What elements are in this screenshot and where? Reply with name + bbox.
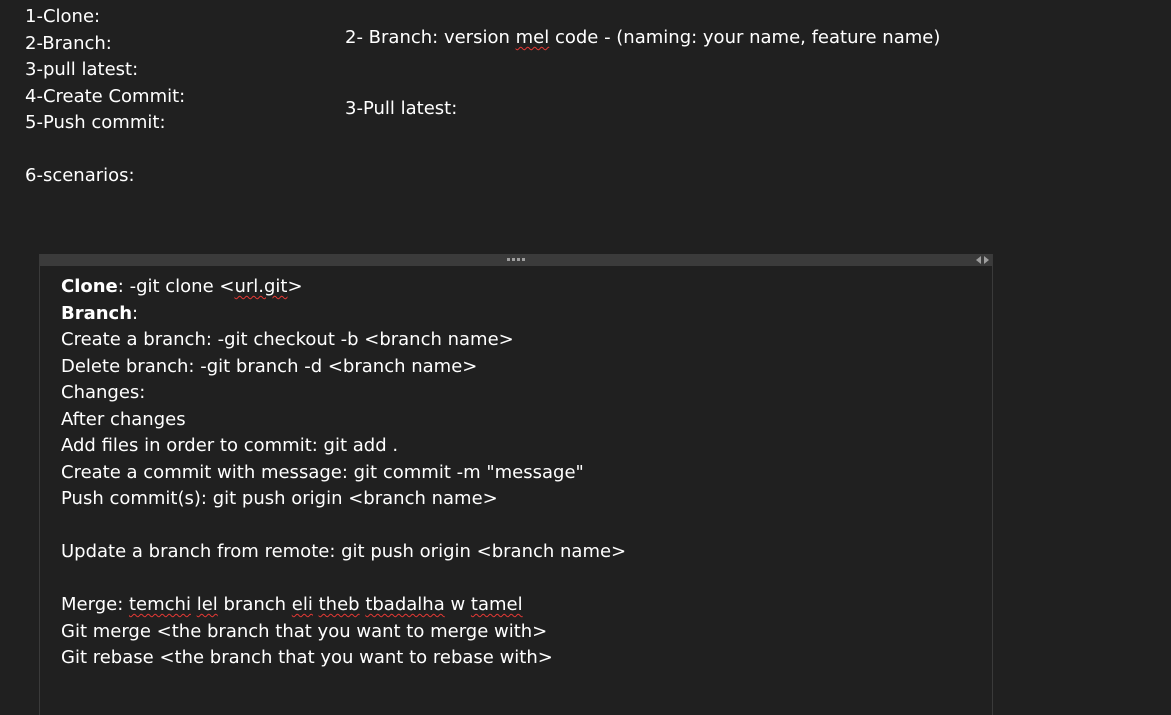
blank-line [61, 566, 626, 593]
step-scenarios: 6-scenarios: [25, 165, 135, 186]
changes-line: Changes: [61, 382, 146, 403]
merge-word: tamel [470, 594, 523, 615]
branch-note: 2- Branch: version mel code - (naming: y… [345, 25, 940, 51]
clone-prefix: : -git clone < [117, 276, 235, 297]
merge-word: temchi [128, 594, 191, 615]
clone-label: Clone [61, 276, 118, 297]
merge-line: Merge: temchi lel branch eli theb tbadal… [61, 592, 626, 619]
clone-suffix: > [287, 276, 303, 297]
git-rebase-line: Git rebase <the branch that you want to … [61, 647, 553, 668]
merge-prefix: Merge: [61, 594, 129, 615]
step-pull-latest: 3-pull latest: [25, 59, 139, 80]
branch-label: Branch [61, 302, 133, 324]
grip-icon[interactable] [507, 258, 525, 261]
step-branch: 2-Branch: [25, 32, 112, 54]
merge-word: eli [291, 594, 313, 615]
pull-latest-note: 3-Pull latest: [345, 98, 458, 119]
clone-line: Clone: -git clone <url.git> [61, 274, 626, 301]
branch-line: Branch: [61, 301, 626, 328]
update-branch-line: Update a branch from remote: git push or… [61, 541, 627, 562]
panel-arrows[interactable] [976, 255, 989, 264]
blank-line [61, 513, 626, 540]
merge-text: w [444, 594, 471, 615]
create-commit-line: Create a commit with message: git commit… [61, 461, 584, 483]
branch-note-misspelled-word: mel [515, 27, 550, 48]
merge-text: branch [217, 594, 292, 615]
step-push-commit: 5-Push commit: [25, 112, 166, 133]
panel-move-handle[interactable] [40, 254, 992, 266]
clone-url: url.git [234, 276, 288, 297]
merge-word: theb [318, 594, 360, 615]
arrow-right-icon[interactable] [984, 256, 989, 264]
branch-note-prefix: 2- Branch: version [345, 27, 516, 48]
branch-note-suffix: code - (naming: your name, feature name) [549, 27, 941, 48]
git-merge-line: Git merge <the branch that you want to m… [61, 620, 548, 642]
steps-list: 1-Clone: 2-Branch: 3-pull latest: 4-Crea… [25, 4, 185, 190]
step-clone: 1-Clone: [25, 6, 101, 27]
add-files-line: Add files in order to commit: git add . [61, 435, 399, 456]
push-commits-line: Push commit(s): git push origin <branch … [61, 488, 498, 509]
commands-list: Clone: -git clone <url.git> Branch: Crea… [61, 274, 626, 672]
arrow-left-icon[interactable] [976, 256, 981, 264]
after-changes-line: After changes [61, 408, 186, 430]
step-create-commit: 4-Create Commit: [25, 85, 186, 107]
create-branch-line: Create a branch: -git checkout -b <branc… [61, 329, 514, 350]
branch-colon: : [132, 302, 139, 324]
delete-branch-line: Delete branch: -git branch -d <branch na… [61, 355, 478, 377]
content-panel: Clone: -git clone <url.git> Branch: Crea… [39, 254, 993, 715]
merge-word: lel [196, 594, 218, 615]
merge-word: tbadalha [365, 594, 445, 615]
